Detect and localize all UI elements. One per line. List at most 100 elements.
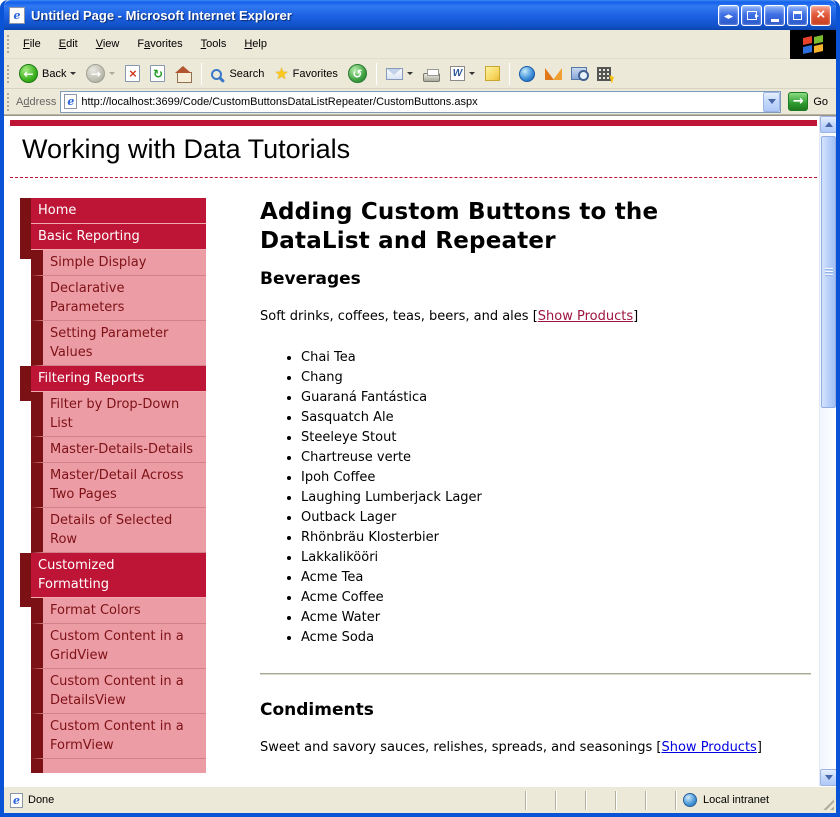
- nav-sub-label: Simple Display: [50, 255, 146, 270]
- maximize-button[interactable]: [787, 5, 808, 26]
- menu-edit[interactable]: Edit: [50, 34, 87, 54]
- zone-label: Local intranet: [703, 794, 769, 806]
- sidebar-item-basic-reporting[interactable]: Basic Reporting: [31, 224, 206, 250]
- product-item: Acme Tea: [301, 568, 811, 588]
- go-arrow-icon: [788, 92, 808, 111]
- scroll-up-button[interactable]: [820, 116, 837, 133]
- close-button[interactable]: [810, 5, 831, 26]
- sidebar-item-filter-by-drop-down-list[interactable]: Filter by Drop-Down List: [31, 392, 206, 437]
- back-label: Back: [42, 68, 66, 80]
- mail-icon: [386, 68, 403, 80]
- mail-button[interactable]: [381, 66, 418, 82]
- product-item: Laughing Lumberjack Lager: [301, 488, 811, 508]
- toolbar: Back Search Favorites: [4, 59, 836, 89]
- product-item: Rhönbräu Klosterbier: [301, 528, 811, 548]
- sidebar-item-filtering-reports[interactable]: Filtering Reports: [31, 366, 206, 392]
- product-item: Acme Soda: [301, 628, 811, 648]
- main-content: Adding Custom Buttons to the DataList an…: [260, 198, 811, 755]
- menu-help[interactable]: Help: [235, 34, 276, 54]
- scroll-down-button[interactable]: [820, 769, 837, 786]
- ie-window-icon: [9, 7, 25, 24]
- toolbar-separator: [201, 63, 202, 85]
- nav-header-label: Filtering Reports: [38, 371, 144, 386]
- refresh-button[interactable]: [145, 63, 170, 84]
- status-bar: Done Local intranet: [4, 786, 836, 813]
- address-label: Address: [16, 96, 56, 108]
- print-button[interactable]: [418, 64, 445, 84]
- stop-button[interactable]: [120, 63, 145, 84]
- sidebar-item-custom-content-in-a-formview[interactable]: Custom Content in a FormView: [31, 714, 206, 759]
- window-title: Untitled Page - Microsoft Internet Explo…: [31, 8, 716, 23]
- sidebar-item-home[interactable]: Home: [31, 198, 206, 224]
- edit-button[interactable]: [445, 64, 480, 83]
- search-button[interactable]: Search: [206, 65, 269, 82]
- minimize-button[interactable]: [764, 5, 785, 26]
- detach-window-button[interactable]: [741, 5, 762, 26]
- product-item: Outback Lager: [301, 508, 811, 528]
- sidebar-item-custom-content-in-a-gridview[interactable]: Custom Content in a GridView: [31, 624, 206, 669]
- search-label: Search: [229, 68, 264, 80]
- nav-arrows-button[interactable]: [718, 5, 739, 26]
- home-button[interactable]: [170, 64, 197, 84]
- mobile-favorites-button[interactable]: [592, 65, 616, 83]
- chevron-down-icon: [768, 99, 776, 104]
- show-products-link-beverages[interactable]: Show Products: [538, 309, 633, 324]
- edit-dropdown-caret[interactable]: [469, 72, 475, 75]
- show-products-link-condiments[interactable]: Show Products: [661, 740, 756, 755]
- nav-sub-label: Custom Content in a DetailsView: [50, 674, 184, 708]
- vertical-scrollbar[interactable]: [819, 116, 836, 786]
- nav-sub-label: Master-Details-Details: [50, 442, 193, 457]
- maximize-icon: [793, 11, 802, 20]
- sidebar-item-custom-content-in-a-detailsview[interactable]: Custom Content in a DetailsView: [31, 669, 206, 714]
- address-bar-grip[interactable]: [6, 92, 10, 112]
- sidebar-item-partial[interactable]: [31, 759, 206, 773]
- scroll-thumb[interactable]: [821, 136, 836, 408]
- go-label: Go: [813, 96, 828, 108]
- nav-sub-label: Format Colors: [50, 603, 141, 618]
- menu-favorites[interactable]: Favorites: [128, 34, 191, 54]
- menu-tools[interactable]: Tools: [192, 34, 236, 54]
- mail-dropdown-caret[interactable]: [407, 72, 413, 75]
- sidebar-item-master-detail-across-two-pages[interactable]: Master/Detail Across Two Pages: [31, 463, 206, 508]
- sidebar-item-details-of-selected-row[interactable]: Details of Selected Row: [31, 508, 206, 553]
- page-heading: Adding Custom Buttons to the DataList an…: [260, 198, 750, 256]
- discuss-button[interactable]: [480, 64, 505, 83]
- description-text: Soft drinks, coffees, teas, beers, and a…: [260, 309, 529, 324]
- address-dropdown-button[interactable]: [763, 92, 780, 112]
- sidebar-item-master-details-details[interactable]: Master-Details-Details: [31, 437, 206, 463]
- favorites-button[interactable]: Favorites: [269, 62, 343, 85]
- resize-grip[interactable]: [821, 787, 836, 813]
- messenger-button[interactable]: [514, 64, 540, 84]
- arrow-down-icon: [825, 775, 833, 780]
- go-button[interactable]: Go: [788, 92, 828, 111]
- sidebar-item-setting-parameter-values[interactable]: Setting Parameter Values: [31, 321, 206, 366]
- menu-view[interactable]: View: [87, 34, 129, 54]
- category-title-condiments: Condiments: [260, 700, 811, 720]
- history-button[interactable]: [343, 62, 372, 85]
- toolbar-separator: [509, 63, 510, 85]
- sidebar-item-format-colors[interactable]: Format Colors: [31, 598, 206, 624]
- sidebar-item-customized-formatting[interactable]: Customized Formatting: [31, 553, 206, 598]
- back-button[interactable]: Back: [14, 62, 81, 85]
- beverages-product-list: Chai TeaChangGuaraná FantásticaSasquatch…: [260, 348, 811, 648]
- msn-button[interactable]: [540, 66, 566, 82]
- toolbar-separator: [376, 63, 377, 85]
- back-dropdown-caret[interactable]: [70, 72, 76, 75]
- forward-icon: [86, 64, 105, 83]
- menu-bar-grip[interactable]: [6, 34, 10, 54]
- sidebar-item-declarative-parameters[interactable]: Declarative Parameters: [31, 276, 206, 321]
- forward-dropdown-caret[interactable]: [109, 72, 115, 75]
- bracket-open: [: [529, 309, 538, 324]
- nav-sub-label: Details of Selected Row: [50, 513, 172, 547]
- address-url[interactable]: http://localhost:3699/Code/CustomButtons…: [81, 96, 763, 108]
- research-button[interactable]: [566, 65, 592, 82]
- forward-button[interactable]: [81, 62, 120, 85]
- category-description-condiments: Sweet and savory sauces, relishes, sprea…: [260, 740, 811, 755]
- menu-file[interactable]: File: [14, 34, 50, 54]
- toolbar-grip[interactable]: [6, 64, 10, 84]
- nav-sub-label: Declarative Parameters: [50, 281, 124, 315]
- address-input[interactable]: http://localhost:3699/Code/CustomButtons…: [60, 91, 781, 113]
- back-icon: [19, 64, 38, 83]
- print-icon: [423, 73, 440, 82]
- sidebar-item-simple-display[interactable]: Simple Display: [31, 250, 206, 276]
